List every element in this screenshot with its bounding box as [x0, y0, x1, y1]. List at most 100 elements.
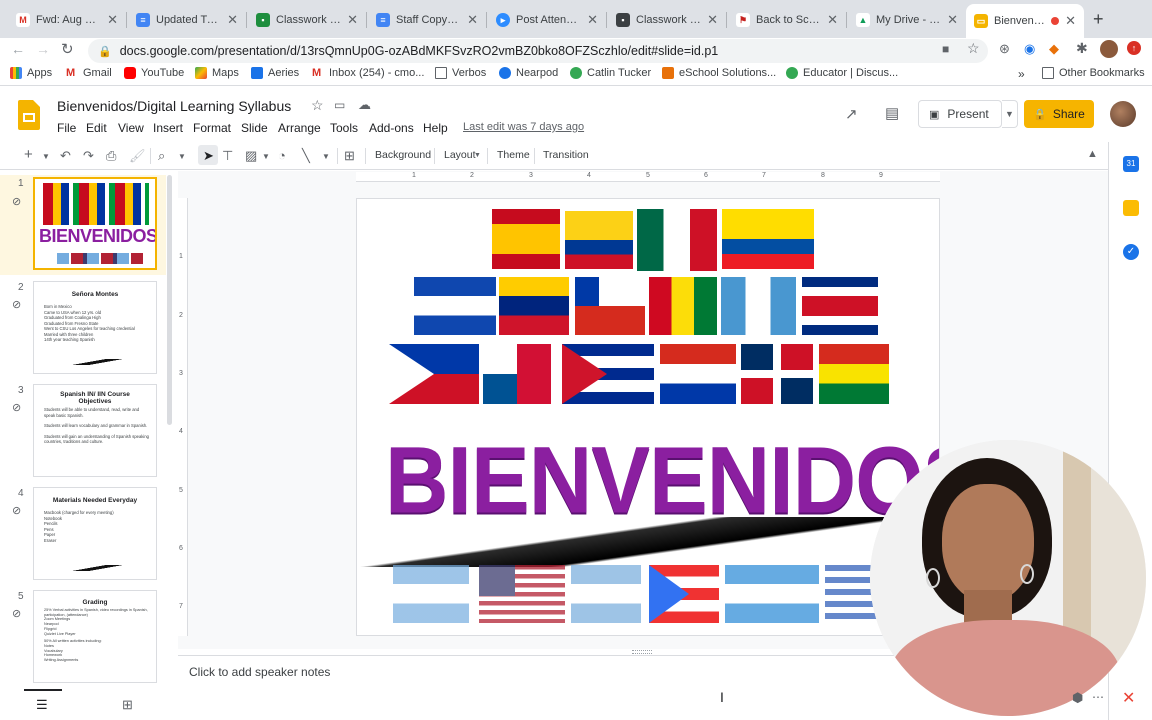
address-bar[interactable]: 🔒 docs.google.com/presentation/d/13rsQmn… [88, 39, 988, 63]
browser-tab-slides-active[interactable]: ▭ Bienvenido ✕ [966, 4, 1084, 38]
more-icon[interactable]: ⋯ [1092, 690, 1104, 704]
move-folder-icon[interactable]: ▭ [334, 98, 345, 112]
last-edit-link[interactable]: Last edit was 7 days ago [463, 121, 584, 133]
layout-button[interactable]: Layout [444, 149, 476, 161]
extension-blue-icon[interactable]: ◉ [1024, 41, 1035, 57]
paint-format-icon[interactable]: 🖌 [129, 148, 146, 164]
close-icon[interactable]: ✕ [107, 12, 118, 28]
text-box-icon[interactable]: ⊤ [222, 148, 233, 164]
menu-arrange[interactable]: Arrange [278, 121, 321, 135]
line-icon[interactable]: ╲ [302, 148, 310, 164]
bookmark-apps[interactable]: Apps [10, 67, 52, 79]
menu-tools[interactable]: Tools [330, 121, 358, 135]
filmstrip-scrollbar[interactable] [167, 175, 172, 425]
browser-tab-gmail[interactable]: M Fwd: Aug & Se ✕ [8, 6, 126, 34]
zoom-icon[interactable]: ⌕ [158, 148, 165, 164]
menu-view[interactable]: View [118, 121, 144, 135]
chevron-down-icon[interactable]: ▼ [178, 152, 186, 161]
cloud-status-icon[interactable]: ☁ [358, 97, 371, 113]
select-cursor-icon[interactable]: ➤ [203, 148, 214, 164]
close-icon[interactable]: ✕ [1122, 688, 1135, 708]
bookmarks-overflow-button[interactable]: » [1018, 67, 1025, 81]
browser-tab-back-to-school[interactable]: ⚑ Back to School ✕ [728, 6, 846, 34]
bookmark-catlin-tucker[interactable]: Catlin Tucker [570, 67, 651, 79]
close-icon[interactable]: ✕ [467, 12, 478, 28]
star-icon[interactable]: ☆ [967, 40, 980, 57]
comments-icon[interactable]: ▤ [885, 104, 899, 122]
close-icon[interactable]: ✕ [947, 12, 958, 28]
close-icon[interactable]: ✕ [227, 12, 238, 28]
extension-icon[interactable]: ⊛ [999, 41, 1010, 57]
share-button[interactable]: 🔒 Share [1024, 100, 1094, 128]
present-dropdown-icon[interactable]: ▼ [1002, 100, 1018, 128]
account-avatar[interactable] [1110, 101, 1136, 127]
collapse-toolbar-icon[interactable]: ▲ [1087, 148, 1098, 160]
close-icon[interactable]: ✕ [827, 12, 838, 28]
close-icon[interactable]: ✕ [587, 12, 598, 28]
slide-thumbnail-5[interactable]: Grading 25% Verbal activities in Spanish… [33, 590, 157, 683]
star-icon[interactable]: ☆ [311, 97, 324, 114]
camera-icon[interactable]: ■ [942, 42, 949, 56]
profile-avatar[interactable] [1100, 40, 1118, 58]
extension-icon[interactable]: ⬢ [1072, 690, 1083, 706]
reload-icon[interactable]: ↻ [61, 40, 74, 58]
new-slide-icon[interactable]: + [24, 146, 33, 163]
calendar-icon[interactable]: 31 [1123, 156, 1139, 172]
background-button[interactable]: Background [375, 149, 431, 161]
image-icon[interactable]: ▨ [245, 148, 257, 164]
keep-icon[interactable] [1123, 200, 1139, 216]
grid-view-icon[interactable]: ⊞ [122, 697, 133, 713]
browser-tab-docs[interactable]: ≡ Updated Tutori ✕ [128, 6, 246, 34]
shape-icon[interactable]: ◔ [278, 148, 286, 163]
chevron-down-icon[interactable]: ▼ [42, 152, 50, 161]
notes-resize-handle[interactable] [632, 650, 652, 654]
slide-thumbnail-4[interactable]: Materials Needed Everyday Macbook (charg… [33, 487, 157, 580]
menu-file[interactable]: File [57, 121, 76, 135]
bookmark-gmail[interactable]: M Gmail [66, 67, 112, 79]
tasks-icon[interactable]: ✓ [1123, 244, 1139, 260]
chevron-down-icon[interactable]: ▼ [322, 152, 330, 161]
menu-slide[interactable]: Slide [241, 121, 268, 135]
bookmark-verbos[interactable]: Verbos [435, 67, 486, 79]
slide-thumbnail-2[interactable]: Señora Montes Born in Mexico Came to USA … [33, 281, 157, 374]
slide-canvas[interactable]: BIENVENIDOS [356, 198, 940, 636]
browser-tab-drive[interactable]: ▲ My Drive - Goo ✕ [848, 6, 966, 34]
bookmark-inbox[interactable]: M Inbox (254) - cmo... [312, 67, 424, 79]
forward-icon[interactable]: → [36, 41, 50, 57]
slide-thumbnail-3[interactable]: Spanish IN/ IIN Course Objectives Studen… [33, 384, 157, 477]
theme-button[interactable]: Theme [497, 149, 530, 161]
present-button[interactable]: ▣ Present [918, 100, 1002, 128]
browser-tab-classroom[interactable]: ▪ Classwork for I ✕ [248, 6, 366, 34]
close-icon[interactable]: ✕ [1065, 13, 1076, 29]
transition-button[interactable]: Transition [543, 149, 589, 161]
menu-edit[interactable]: Edit [86, 121, 107, 135]
other-bookmarks[interactable]: Other Bookmarks [1042, 67, 1145, 79]
bookmark-eschool[interactable]: eSchool Solutions... [662, 67, 776, 79]
close-icon[interactable]: ✕ [707, 12, 718, 28]
back-icon[interactable]: ← [11, 41, 25, 57]
bookmark-aeries[interactable]: Aeries [251, 67, 299, 79]
print-icon[interactable]: ⎙ [106, 148, 116, 164]
extension-orange-icon[interactable]: ◆ [1049, 41, 1059, 57]
redo-icon[interactable]: ↷ [83, 148, 94, 164]
document-title[interactable]: Bienvenidos/Digital Learning Syllabus [57, 98, 291, 114]
puzzle-icon[interactable]: ✱ [1076, 40, 1088, 57]
slides-logo-icon[interactable] [18, 100, 40, 130]
chevron-down-icon[interactable]: ▼ [474, 152, 481, 159]
list-view-icon[interactable]: ☰ [36, 697, 48, 713]
update-icon[interactable]: ↑ [1127, 41, 1141, 55]
menu-help[interactable]: Help [423, 121, 448, 135]
menu-insert[interactable]: Insert [153, 121, 183, 135]
bookmark-educator[interactable]: Educator | Discus... [786, 67, 898, 79]
bookmark-nearpod[interactable]: Nearpod [499, 67, 558, 79]
browser-tab-classroom-2[interactable]: ▪ Classwork for I ✕ [608, 6, 726, 34]
close-icon[interactable]: ✕ [347, 12, 358, 28]
browser-tab-staff-copy[interactable]: ≡ Staff Copy of S ✕ [368, 6, 486, 34]
activity-dashboard-icon[interactable]: ↗ [845, 105, 858, 123]
menu-format[interactable]: Format [193, 121, 231, 135]
insert-comment-icon[interactable]: ⊞ [344, 148, 355, 164]
menu-addons[interactable]: Add-ons [369, 121, 414, 135]
browser-tab-zoom[interactable]: ▸ Post Attendee ✕ [488, 6, 606, 34]
new-tab-button[interactable]: + [1093, 9, 1104, 30]
bookmark-maps[interactable]: Maps [195, 67, 239, 79]
